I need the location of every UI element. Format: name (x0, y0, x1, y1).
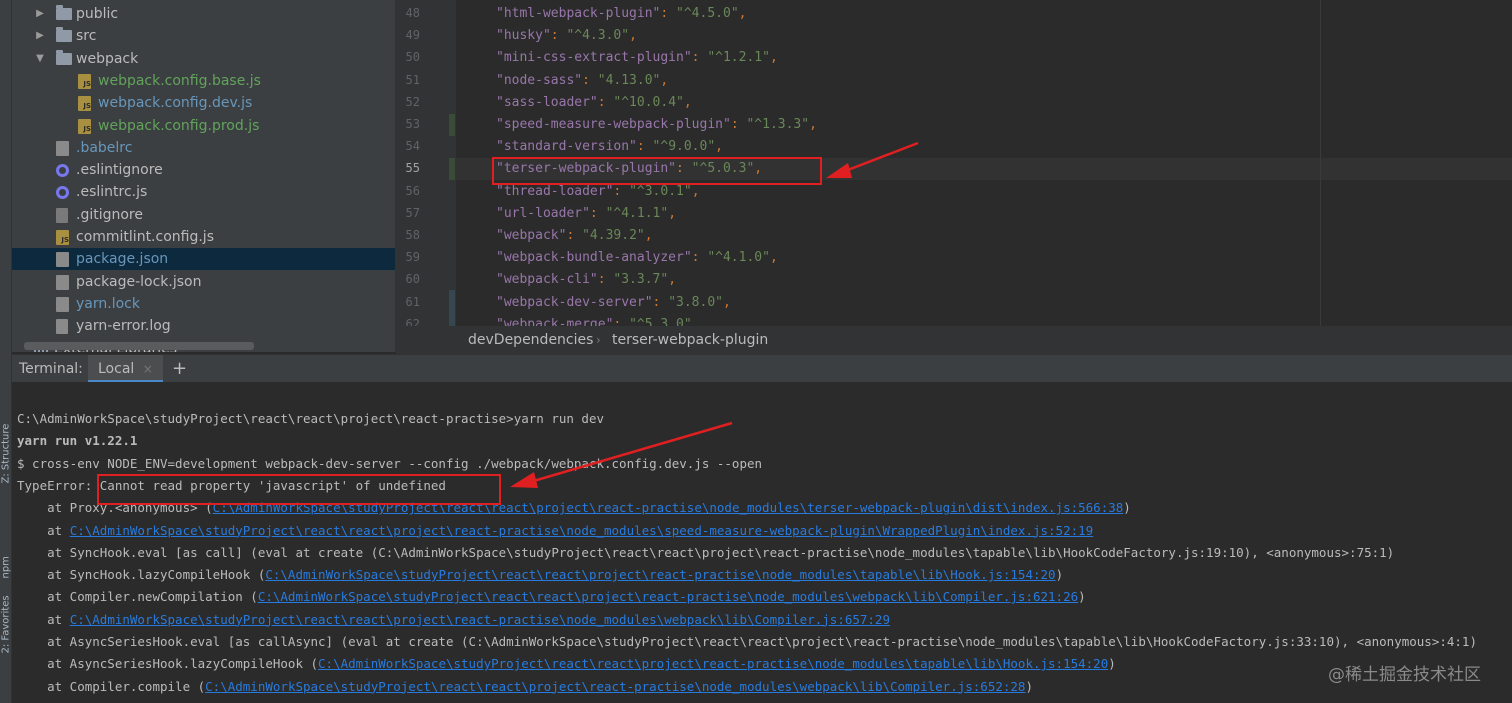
annotation-arrow-head (510, 472, 538, 488)
annotation-arrow-head (826, 163, 852, 178)
watermark: @稀土掘金技术社区 (1328, 665, 1481, 685)
annotation-arrow-line (839, 141, 919, 175)
annotation-arrows (510, 141, 919, 488)
annotation-arrow-line (529, 421, 733, 484)
